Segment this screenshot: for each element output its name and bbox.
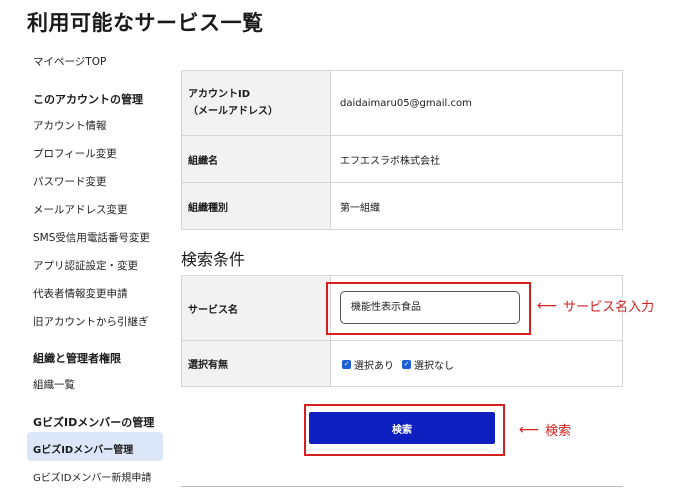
sidebar-item-account-info[interactable]: アカウント情報 xyxy=(33,118,107,133)
annotation-service-input: ⟵ サービス名入力 xyxy=(537,296,655,316)
sidebar-item-password-change[interactable]: パスワード変更 xyxy=(33,174,107,189)
sidebar-item-label: GビズIDメンバー管理 xyxy=(33,445,134,456)
checkbox-unselected[interactable]: ✓ xyxy=(402,360,411,369)
annotation-search-label: 検索 xyxy=(545,424,572,439)
sidebar-item-sms-phone-change[interactable]: SMS受信用電話番号変更 xyxy=(33,230,150,245)
account-id-label-line2: （メールアドレス） xyxy=(188,106,278,117)
sidebar-item-mypage-top[interactable]: マイページTOP xyxy=(33,54,106,69)
annotation-box-search-button xyxy=(304,404,505,456)
table-row: アカウントID （メールアドレス） daidaimaru05@gmail.com xyxy=(181,70,623,136)
org-type-label: 組織種別 xyxy=(181,182,331,230)
sidebar-item-app-auth[interactable]: アプリ認証設定・変更 xyxy=(33,258,138,273)
org-type-value: 第一組織 xyxy=(330,182,623,230)
checkbox-unselected-label[interactable]: 選択なし xyxy=(414,357,454,372)
account-info-table: アカウントID （メールアドレス） daidaimaru05@gmail.com… xyxy=(181,70,623,230)
sidebar-heading-member: GビズIDメンバーの管理 xyxy=(33,416,155,429)
annotation-search: ⟵ 検索 xyxy=(519,420,572,440)
account-id-value: daidaimaru05@gmail.com xyxy=(330,70,623,136)
checkbox-selected[interactable]: ✓ xyxy=(342,360,351,369)
arrow-left-icon: ⟵ xyxy=(537,297,558,314)
table-row: 組織種別 第一組織 xyxy=(181,182,623,230)
annotation-box-service-input xyxy=(326,282,531,335)
annotation-service-label: サービス名入力 xyxy=(563,300,655,315)
page-title: 利用可能なサービス一覧 xyxy=(27,11,264,35)
sidebar-item-member-manage[interactable]: GビズIDメンバー管理 xyxy=(27,432,163,461)
sidebar-item-profile-change[interactable]: プロフィール変更 xyxy=(33,146,117,161)
table-row: 組織名 エフエスラボ株式会社 xyxy=(181,135,623,183)
org-name-value: エフエスラボ株式会社 xyxy=(330,135,623,183)
selection-options: ✓ 選択あり ✓ 選択なし xyxy=(342,357,459,372)
sidebar-item-org-list[interactable]: 組織一覧 xyxy=(33,377,75,392)
sidebar-heading-org: 組織と管理者権限 xyxy=(33,352,121,365)
account-id-label: アカウントID （メールアドレス） xyxy=(181,70,331,136)
sidebar-item-email-change[interactable]: メールアドレス変更 xyxy=(33,202,128,217)
search-conditions-title: 検索条件 xyxy=(181,250,246,269)
checkbox-selected-label[interactable]: 選択あり xyxy=(354,357,394,372)
selection-label: 選択有無 xyxy=(181,340,331,387)
sidebar-item-member-new[interactable]: GビズIDメンバー新規申請 xyxy=(33,469,151,484)
org-name-label: 組織名 xyxy=(181,135,331,183)
account-id-label-line1: アカウントID xyxy=(188,89,251,100)
sidebar-item-account-transfer[interactable]: 旧アカウントから引継ぎ xyxy=(33,314,149,329)
sidebar-item-representative-change[interactable]: 代表者情報変更申請 xyxy=(33,286,128,301)
divider xyxy=(181,486,623,487)
service-name-label: サービス名 xyxy=(181,275,331,341)
sidebar-heading-account: このアカウントの管理 xyxy=(33,93,143,106)
arrow-left-icon: ⟵ xyxy=(519,421,540,438)
